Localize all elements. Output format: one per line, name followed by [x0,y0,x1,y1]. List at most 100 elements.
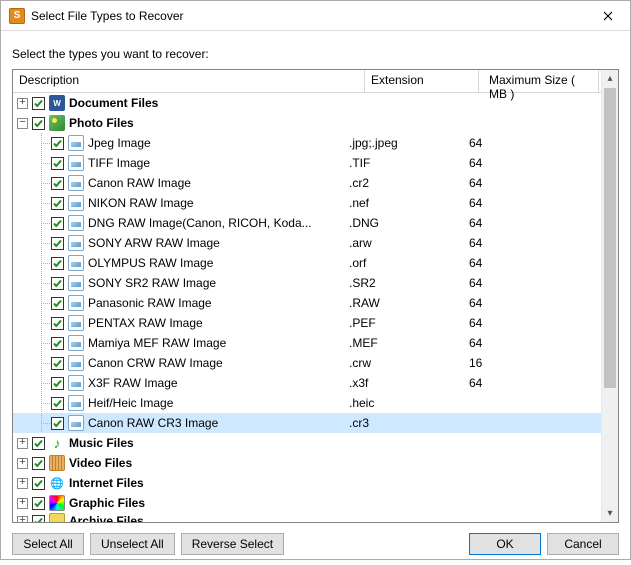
scroll-thumb[interactable] [604,88,616,388]
checkbox[interactable] [32,117,45,130]
footer: Select All Unselect All Reverse Select O… [1,523,630,565]
file-type-label: Canon CRW RAW Image [88,356,347,370]
select-all-button[interactable]: Select All [12,533,84,555]
column-max-size[interactable]: Maximum Size ( MB ) [479,70,599,92]
file-icon [68,175,84,191]
expand-icon[interactable]: + [17,516,28,523]
file-type-row[interactable]: TIFF Image.TIF64 [13,153,601,173]
file-icon [68,295,84,311]
checkbox[interactable] [51,337,64,350]
checkbox[interactable] [51,257,64,270]
checkbox[interactable] [51,137,64,150]
tree-guide [32,373,51,393]
file-type-row[interactable]: X3F RAW Image.x3f64 [13,373,601,393]
tree-view[interactable]: +WDocument Files−Photo FilesJpeg Image.j… [13,93,601,522]
extension-value: .PEF [347,316,461,330]
max-size-value: 64 [461,336,561,350]
file-type-row[interactable]: Mamiya MEF RAW Image.MEF64 [13,333,601,353]
checkbox[interactable] [51,357,64,370]
file-type-row[interactable]: Canon RAW Image.cr264 [13,173,601,193]
window-title: Select File Types to Recover [31,9,585,23]
extension-value: .MEF [347,336,461,350]
checkbox[interactable] [51,277,64,290]
column-headers: Description Extension Maximum Size ( MB … [13,70,618,93]
scroll-up-icon[interactable]: ▴ [602,70,618,87]
category-row-music[interactable]: +♪Music Files [13,433,601,453]
extension-value: .jpg;.jpeg [347,136,461,150]
checkbox[interactable] [51,197,64,210]
file-type-row[interactable]: SONY SR2 RAW Image.SR264 [13,273,601,293]
extension-value: .orf [347,256,461,270]
expand-icon[interactable]: + [17,478,28,489]
checkbox[interactable] [51,177,64,190]
ok-button[interactable]: OK [469,533,541,555]
scroll-down-icon[interactable]: ▾ [602,505,618,522]
max-size-value: 64 [461,316,561,330]
extension-value: .crw [347,356,461,370]
checkbox[interactable] [51,157,64,170]
category-label: Document Files [69,96,347,110]
category-row-photo[interactable]: −Photo Files [13,113,601,133]
checkbox[interactable] [32,97,45,110]
checkbox[interactable] [51,397,64,410]
close-button[interactable] [585,1,630,31]
tree-guide [32,393,51,413]
file-icon [68,335,84,351]
file-type-label: Mamiya MEF RAW Image [88,336,347,350]
file-type-row[interactable]: SONY ARW RAW Image.arw64 [13,233,601,253]
file-type-label: NIKON RAW Image [88,196,347,210]
expand-icon[interactable]: + [17,438,28,449]
file-type-row[interactable]: Canon CRW RAW Image.crw16 [13,353,601,373]
extension-value: .SR2 [347,276,461,290]
checkbox[interactable] [51,217,64,230]
cancel-button[interactable]: Cancel [547,533,619,555]
category-row-document[interactable]: +WDocument Files [13,93,601,113]
checkbox[interactable] [32,437,45,450]
file-type-label: Canon RAW CR3 Image [88,416,347,430]
category-row-graphic[interactable]: + Graphic Files [13,493,601,513]
checkbox[interactable] [32,477,45,490]
file-type-row[interactable]: Jpeg Image.jpg;.jpeg64 [13,133,601,153]
category-row-video[interactable]: +Video Files [13,453,601,473]
tree-guide [32,233,51,253]
file-type-row[interactable]: NIKON RAW Image.nef64 [13,193,601,213]
file-type-row[interactable]: OLYMPUS RAW Image.orf64 [13,253,601,273]
max-size-value: 64 [461,176,561,190]
file-type-row[interactable]: DNG RAW Image(Canon, RICOH, Koda....DNG6… [13,213,601,233]
checkbox[interactable] [51,317,64,330]
file-icon [68,155,84,171]
file-type-label: Canon RAW Image [88,176,347,190]
checkbox[interactable] [51,237,64,250]
scrollbar[interactable]: ▴ ▾ [601,70,618,522]
category-label: Graphic Files [69,496,347,510]
file-type-label: Heif/Heic Image [88,396,347,410]
tree-guide [32,133,51,153]
file-type-row[interactable]: Canon RAW CR3 Image.cr3 [13,413,601,433]
checkbox[interactable] [51,377,64,390]
collapse-icon[interactable]: − [17,118,28,129]
net-icon: 🌐 [49,475,65,491]
column-extension[interactable]: Extension [365,70,479,92]
checkbox[interactable] [32,497,45,510]
file-type-row[interactable]: PENTAX RAW Image.PEF64 [13,313,601,333]
expand-icon[interactable]: + [17,98,28,109]
column-description[interactable]: Description [13,70,365,92]
reverse-select-button[interactable]: Reverse Select [181,533,284,555]
expand-icon[interactable]: + [17,498,28,509]
checkbox[interactable] [32,515,45,523]
expand-icon[interactable]: + [17,458,28,469]
category-row-archive[interactable]: +Archive Files [13,513,601,522]
checkbox[interactable] [51,297,64,310]
extension-value: .TIF [347,156,461,170]
titlebar: S Select File Types to Recover [1,1,630,31]
file-type-row[interactable]: Panasonic RAW Image.RAW64 [13,293,601,313]
file-type-row[interactable]: Heif/Heic Image.heic [13,393,601,413]
file-icon [68,315,84,331]
checkbox[interactable] [51,417,64,430]
video-icon [49,455,65,471]
max-size-value: 16 [461,356,561,370]
unselect-all-button[interactable]: Unselect All [90,533,175,555]
checkbox[interactable] [32,457,45,470]
category-row-internet[interactable]: +🌐Internet Files [13,473,601,493]
photo-icon [49,115,65,131]
